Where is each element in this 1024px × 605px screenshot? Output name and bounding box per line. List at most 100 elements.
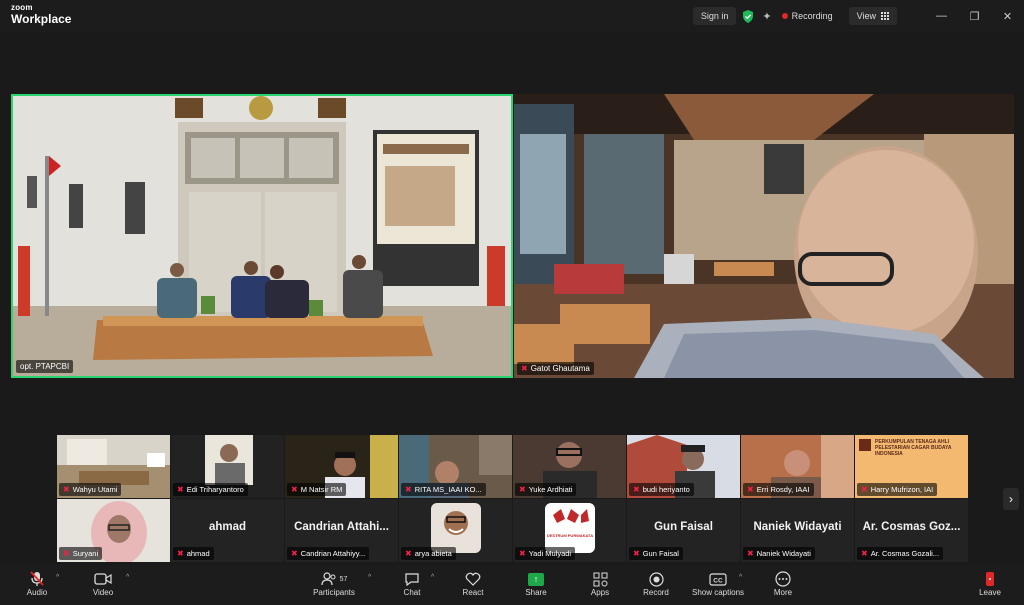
restore-icon[interactable]: ❐ [958,10,991,23]
mic-muted-icon: ✖ [177,485,184,494]
participant-name: arya abieta [414,549,452,558]
record-button[interactable]: Record [640,570,672,597]
mic-muted-icon: ✖ [633,549,640,558]
leave-button[interactable]: Leave [976,570,1004,597]
participant-name: Erri Rosdy, IAAI [756,485,810,494]
mic-muted-icon: ✖ [519,549,526,558]
participant-name: Suryani [72,549,99,558]
mic-muted-icon: ✖ [291,485,298,494]
mic-muted-icon: ✖ [519,485,526,494]
minimize-icon[interactable]: — [925,10,958,23]
record-label: Record [643,588,669,597]
view-button[interactable]: View [848,7,897,25]
gallery-tile[interactable]: DESTRUM PURWAKATA ✖ Yadi Mulyadi [513,499,626,562]
gallery-tile[interactable]: ✖ budi heriyanto [627,435,740,498]
restaurant-video [514,94,1014,378]
participants-count: 57 [339,575,348,583]
logo-top: zoom [11,3,33,12]
participants-icon [320,572,336,586]
video-label: ✖ Gun Faisal [629,547,683,560]
gallery-tile[interactable]: ✖ Yuke Ardhiati [513,435,626,498]
video-label: ✖ budi heriyanto [629,483,694,496]
apps-button[interactable]: Apps [586,570,614,597]
participant-name: Gatot Ghautama [530,364,590,373]
apps-icon [593,572,607,586]
video-label: ✖ Candrian Attahiyy... [287,547,370,560]
more-button[interactable]: More [768,570,798,597]
gallery-tile[interactable]: ✖ Edi Triharyantoro [171,435,284,498]
ai-companion-icon[interactable]: ✦ [762,10,771,23]
video-label: ✖ Erri Rosdy, IAAI [743,483,814,496]
mic-muted-icon: ✖ [177,549,184,558]
mic-muted-icon: ✖ [405,549,412,558]
more-label: More [773,588,793,597]
participant-name: M Natsir RM [300,485,343,494]
gallery-tile[interactable]: Candrian Attahi... ✖ Candrian Attahiyy... [285,499,398,562]
video-label: ✖ Ar. Cosmas Gozali... [857,547,944,560]
participants-options-caret-icon[interactable]: ^ [368,574,371,581]
svg-text:CC: CC [713,577,723,584]
chat-label: Chat [403,588,421,597]
closed-captions-icon: CC [709,572,727,586]
gallery-tile[interactable]: Ar. Cosmas Goz... ✖ Ar. Cosmas Gozali... [855,499,968,562]
participant-name: RITA MS_IAAI KO... [414,485,482,494]
video-label: ✖ arya abieta [401,547,456,560]
react-label: React [462,588,484,597]
participant-name: Naniek Widayati [756,549,811,558]
video-tile-ptapcbi[interactable]: opt. PTAPCBI [11,94,513,378]
gallery-tile[interactable]: ✖ M Natsir RM [285,435,398,498]
video-label: Video [92,588,114,597]
gallery-tile[interactable]: ✖ Wahyu Utami [57,435,170,498]
video-label: ✖ RITA MS_IAAI KO... [401,483,486,496]
participant-name: Wahyu Utami [72,485,118,494]
participant-name: Yuke Ardhiati [528,485,573,494]
video-options-caret-icon[interactable]: ^ [126,574,129,581]
video-label: ✖ Yuke Ardhiati [515,483,577,496]
recording-label: Recording [791,11,833,21]
video-tile-gatot-ghautama[interactable]: ✖ Gatot Ghautama [514,94,1014,378]
gallery-tile[interactable]: ahmad ✖ ahmad [171,499,284,562]
video-label: ✖ M Natsir RM [287,483,347,496]
leave-label: Leave [979,588,1001,597]
camera-icon [94,573,112,585]
gallery-tile[interactable]: ✖ RITA MS_IAAI KO... [399,435,512,498]
view-label: View [856,11,876,21]
video-label: opt. PTAPCBI [16,360,74,373]
chat-button[interactable]: Chat [398,570,426,597]
participant-display-name: Candrian Attahi... [294,521,389,533]
mic-muted-icon [30,571,44,586]
participant-name: Edi Triharyantoro [186,485,244,494]
participants-label: Participants [313,588,355,597]
gallery-tile[interactable]: Naniek Widayati ✖ Naniek Widayati [741,499,854,562]
captions-options-caret-icon[interactable]: ^ [739,574,742,581]
share-screen-icon: ↑ [528,572,544,586]
org-banner-text: PERKUMPULAN TENAGA AHLI PELESTARIAN CAGA… [875,439,952,457]
participants-button[interactable]: 57 Participants [306,570,362,597]
gallery-next-chevron-icon[interactable]: › [1003,488,1019,510]
zoom-logo: zoom Workplace [11,3,71,26]
grid-view-icon [881,12,889,20]
recording-indicator[interactable]: Recording [781,11,833,21]
participant-name: Gun Faisal [642,549,679,558]
close-icon[interactable]: ✕ [991,10,1024,23]
mic-muted-icon: ✖ [63,485,70,494]
participant-name: Harry Mufrizon, IAI [870,485,934,494]
gallery-tile[interactable]: PERKUMPULAN TENAGA AHLI PELESTARIAN CAGA… [855,435,968,498]
video-label: ✖ Gatot Ghautama [517,362,594,375]
participant-display-name: Naniek Widayati [753,521,842,533]
video-button[interactable]: Video [86,570,120,597]
react-button[interactable]: React [458,570,488,597]
mic-muted-icon: ✖ [291,549,298,558]
gallery-tile[interactable]: ✖ Suryani [57,499,170,562]
gallery-tile[interactable]: Gun Faisal ✖ Gun Faisal [627,499,740,562]
participant-display-name: Ar. Cosmas Goz... [862,521,961,533]
chat-options-caret-icon[interactable]: ^ [431,574,434,581]
security-shield-icon[interactable] [742,9,754,23]
video-label: ✖ Edi Triharyantoro [173,483,248,496]
audio-button[interactable]: Audio [20,570,54,597]
audio-options-caret-icon[interactable]: ^ [56,574,59,581]
sign-in-button[interactable]: Sign in [692,7,737,25]
share-button[interactable]: ↑ Share [522,570,550,597]
gallery-tile[interactable]: ✖ Erri Rosdy, IAAI [741,435,854,498]
gallery-tile[interactable]: ✖ arya abieta [399,499,512,562]
